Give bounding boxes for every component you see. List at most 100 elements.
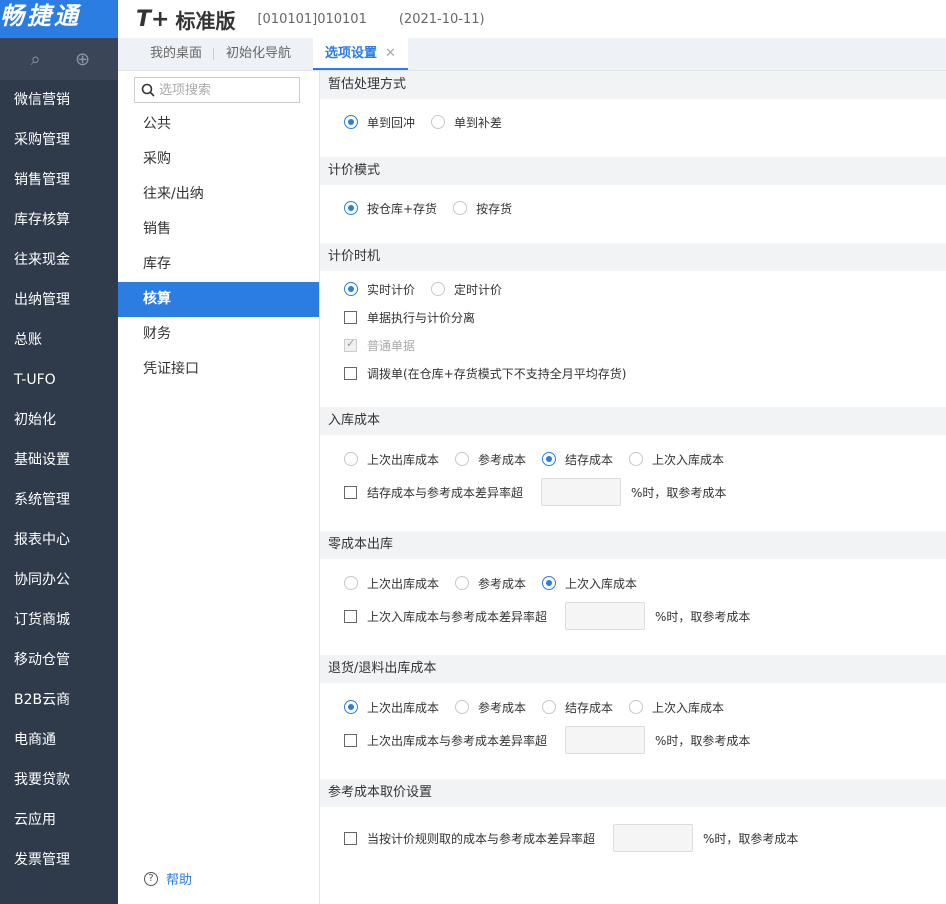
close-icon[interactable]: ✕ bbox=[385, 46, 396, 61]
radio-option[interactable]: 单到回冲 bbox=[344, 114, 415, 131]
radio-option[interactable]: 参考成本 bbox=[455, 451, 526, 468]
option-label: 结存成本 bbox=[565, 452, 614, 467]
category-item[interactable]: 采购 bbox=[118, 142, 319, 177]
radio-unchecked[interactable] bbox=[455, 700, 470, 714]
search-input[interactable] bbox=[159, 82, 289, 98]
radio-option[interactable]: 实时计价 bbox=[344, 281, 415, 298]
radio-option[interactable]: 按仓库+存货 bbox=[344, 200, 437, 217]
checkbox-row[interactable]: 调拨单(在仓库+存货模式下不支持全月平均存货) bbox=[320, 359, 946, 387]
radio-option[interactable]: 上次出库成本 bbox=[344, 699, 439, 716]
tab-options[interactable]: 选项设置 ✕ bbox=[313, 37, 408, 70]
sidebar-item[interactable]: 报表中心 bbox=[0, 520, 118, 560]
tab-desktop[interactable]: 我的桌面 bbox=[138, 37, 215, 70]
percent-input[interactable] bbox=[565, 602, 646, 630]
checkbox[interactable] bbox=[344, 609, 357, 623]
option-label: 上次入库成本 bbox=[652, 452, 725, 467]
radio-unchecked[interactable] bbox=[455, 576, 470, 590]
help-link[interactable]: ? 帮助 bbox=[144, 869, 192, 888]
sidebar-item[interactable]: B2B云商 bbox=[0, 680, 118, 720]
checkbox[interactable] bbox=[344, 831, 357, 845]
sidebar: 畅捷通 ⌕ ⊕ 微信营销 采购管理 销售管理 库存核算 往来现金 出纳管理 总账 T-UFO 初… bbox=[0, 0, 118, 904]
category-item[interactable]: 凭证接口 bbox=[118, 352, 319, 387]
sidebar-item[interactable]: 销售管理 bbox=[0, 160, 118, 200]
percent-input[interactable] bbox=[565, 726, 646, 754]
sidebar-item[interactable]: 云应用 bbox=[0, 800, 118, 840]
checkbox-disabled bbox=[344, 337, 357, 352]
radio-option[interactable]: 上次入库成本 bbox=[542, 575, 637, 592]
radio-option[interactable]: 结存成本 bbox=[542, 699, 613, 716]
sidebar-item[interactable]: 系统管理 bbox=[0, 480, 118, 520]
checkbox[interactable] bbox=[344, 366, 357, 380]
tab-label: 初始化导航 bbox=[226, 46, 292, 61]
checkbox-row[interactable]: 单据执行与计价分离 bbox=[320, 303, 946, 331]
radio-unchecked[interactable] bbox=[431, 282, 446, 296]
radio-unchecked[interactable] bbox=[629, 452, 644, 466]
category-item[interactable]: 核算 bbox=[118, 282, 319, 317]
top-bar: T+ 标准版 [010101]010101 (2021-10-11) bbox=[118, 0, 946, 38]
radio-option[interactable]: 定时计价 bbox=[431, 281, 502, 298]
radio-checked[interactable] bbox=[542, 452, 557, 466]
option-label: 结存成本 bbox=[565, 700, 614, 715]
search-doc-icon[interactable]: ⌕ bbox=[26, 49, 46, 70]
sidebar-item[interactable]: 协同办公 bbox=[0, 560, 118, 600]
sidebar-item[interactable]: 我要贷款 bbox=[0, 760, 118, 800]
option-label: 上次出库成本 bbox=[367, 576, 440, 591]
radio-option[interactable]: 按存货 bbox=[453, 200, 512, 217]
sidebar-item[interactable]: 电商通 bbox=[0, 720, 118, 760]
radio-checked[interactable] bbox=[344, 282, 358, 296]
category-item[interactable]: 公共 bbox=[118, 107, 319, 142]
radio-checked[interactable] bbox=[344, 115, 358, 129]
radio-option[interactable]: 参考成本 bbox=[455, 699, 526, 716]
percent-input[interactable] bbox=[613, 824, 694, 852]
radio-unchecked[interactable] bbox=[453, 201, 468, 215]
sidebar-item[interactable]: 采购管理 bbox=[0, 120, 118, 160]
checkbox-label: 调拨单(在仓库+存货模式下不支持全月平均存货) bbox=[367, 366, 627, 381]
tab-bar: 我的桌面 初始化导航 选项设置 ✕ bbox=[118, 37, 946, 71]
sidebar-item[interactable]: 总账 bbox=[0, 320, 118, 360]
sidebar-item[interactable]: 订货商城 bbox=[0, 600, 118, 640]
checkbox-label: 普通单据 bbox=[367, 338, 416, 353]
sidebar-item[interactable]: T-UFO bbox=[0, 360, 118, 400]
radio-unchecked[interactable] bbox=[455, 452, 470, 466]
option-label: 单到补差 bbox=[454, 115, 503, 130]
option-label: 按仓库+存货 bbox=[367, 201, 438, 216]
sidebar-item[interactable]: 基础设置 bbox=[0, 440, 118, 480]
radio-unchecked[interactable] bbox=[344, 452, 358, 466]
checkbox[interactable] bbox=[344, 310, 357, 324]
sidebar-item[interactable]: 往来现金 bbox=[0, 240, 118, 280]
radio-option[interactable]: 上次入库成本 bbox=[629, 699, 724, 716]
radio-option[interactable]: 结存成本 bbox=[542, 451, 613, 468]
option-label: 定时计价 bbox=[454, 282, 503, 297]
radio-unchecked[interactable] bbox=[431, 115, 446, 129]
radio-option[interactable]: 上次出库成本 bbox=[344, 451, 439, 468]
radio-option[interactable]: 上次入库成本 bbox=[629, 451, 724, 468]
checkbox[interactable] bbox=[344, 485, 357, 499]
add-doc-icon[interactable]: ⊕ bbox=[73, 49, 93, 70]
tab-init-guide[interactable]: 初始化导航 bbox=[214, 37, 303, 70]
category-item[interactable]: 财务 bbox=[118, 317, 319, 352]
help-label: 帮助 bbox=[166, 873, 193, 888]
radio-option[interactable]: 上次出库成本 bbox=[344, 575, 439, 592]
radio-checked[interactable] bbox=[542, 576, 557, 590]
category-item[interactable]: 库存 bbox=[118, 247, 319, 282]
checkbox-label: 结存成本与参考成本差异率超 bbox=[367, 485, 524, 500]
radio-option[interactable]: 单到补差 bbox=[431, 114, 502, 131]
category-item[interactable]: 往来/出纳 bbox=[118, 177, 319, 212]
radio-unchecked[interactable] bbox=[629, 700, 644, 714]
sidebar-item[interactable]: 微信营销 bbox=[0, 80, 118, 120]
account-info: [010101]010101 bbox=[257, 11, 367, 27]
sidebar-item[interactable]: 库存核算 bbox=[0, 200, 118, 240]
sidebar-item[interactable]: 移动仓管 bbox=[0, 640, 118, 680]
sidebar-item[interactable]: 发票管理 bbox=[0, 840, 118, 880]
category-item[interactable]: 销售 bbox=[118, 212, 319, 247]
checkbox[interactable] bbox=[344, 733, 357, 747]
sidebar-item[interactable]: 出纳管理 bbox=[0, 280, 118, 320]
radio-option[interactable]: 参考成本 bbox=[455, 575, 526, 592]
percent-input[interactable] bbox=[541, 478, 622, 506]
radio-checked[interactable] bbox=[344, 201, 358, 215]
radio-unchecked[interactable] bbox=[344, 576, 358, 590]
radio-checked[interactable] bbox=[344, 700, 358, 714]
sidebar-item[interactable]: 初始化 bbox=[0, 400, 118, 440]
radio-unchecked[interactable] bbox=[542, 700, 557, 714]
option-label: 按存货 bbox=[476, 201, 513, 216]
